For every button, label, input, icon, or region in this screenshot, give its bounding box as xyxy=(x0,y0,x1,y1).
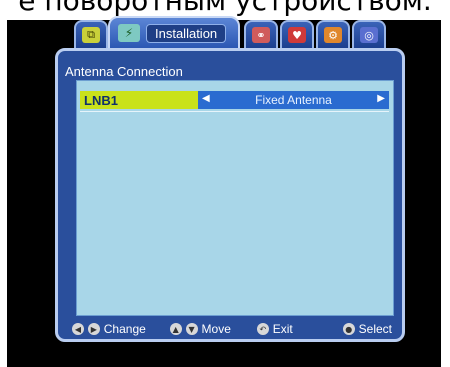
arrow-left-icon[interactable]: ◀ xyxy=(202,93,210,104)
exit-key-icon: ↶ xyxy=(256,323,269,335)
tv-icon: ⧉ xyxy=(82,27,100,43)
ok-key-icon: ● xyxy=(342,323,355,335)
arrow-right-icon[interactable]: ▶ xyxy=(377,93,385,104)
tab-lock[interactable]: ♥ xyxy=(280,20,314,50)
content-panel xyxy=(76,80,394,316)
tab-info[interactable]: ◎ xyxy=(352,20,386,50)
tab-settings[interactable]: ⚙ xyxy=(316,20,350,50)
lnb-label: LNB1 xyxy=(80,91,198,109)
up-key-icon: ▲ xyxy=(169,323,182,335)
lock-icon: ♥ xyxy=(288,27,306,43)
media-icon: ⚭ xyxy=(252,27,270,43)
row-divider xyxy=(80,111,389,112)
move-hint: Move xyxy=(201,322,231,336)
tab-media[interactable]: ⚭ xyxy=(244,20,278,50)
right-key-icon: ▶ xyxy=(87,323,100,335)
antenna-icon: ⚡ xyxy=(118,24,140,42)
settings-icon: ⚙ xyxy=(324,27,342,43)
footer-hints: ◀ ▶ Change ▲ ▼ Move ↶ Exit ● Select xyxy=(72,321,392,337)
select-hint: Select xyxy=(358,322,393,336)
antenna-type-select[interactable]: ◀ Fixed Antenna ▶ xyxy=(198,91,389,109)
down-key-icon: ▼ xyxy=(185,323,198,335)
left-right-keys-icon: ◀ xyxy=(72,323,84,335)
tab-tv[interactable]: ⧉ xyxy=(74,20,108,50)
change-hint: Change xyxy=(103,322,146,336)
antenna-type-value: Fixed Antenna xyxy=(255,93,332,107)
tab-installation-label: Installation xyxy=(146,23,227,43)
lnb-row[interactable]: LNB1 ◀ Fixed Antenna ▶ xyxy=(80,91,389,109)
page-title: Antenna Connection xyxy=(65,64,183,79)
exit-hint: Exit xyxy=(272,322,293,336)
tab-installation[interactable]: ⚡ Installation xyxy=(108,16,240,50)
info-icon: ◎ xyxy=(360,27,378,43)
